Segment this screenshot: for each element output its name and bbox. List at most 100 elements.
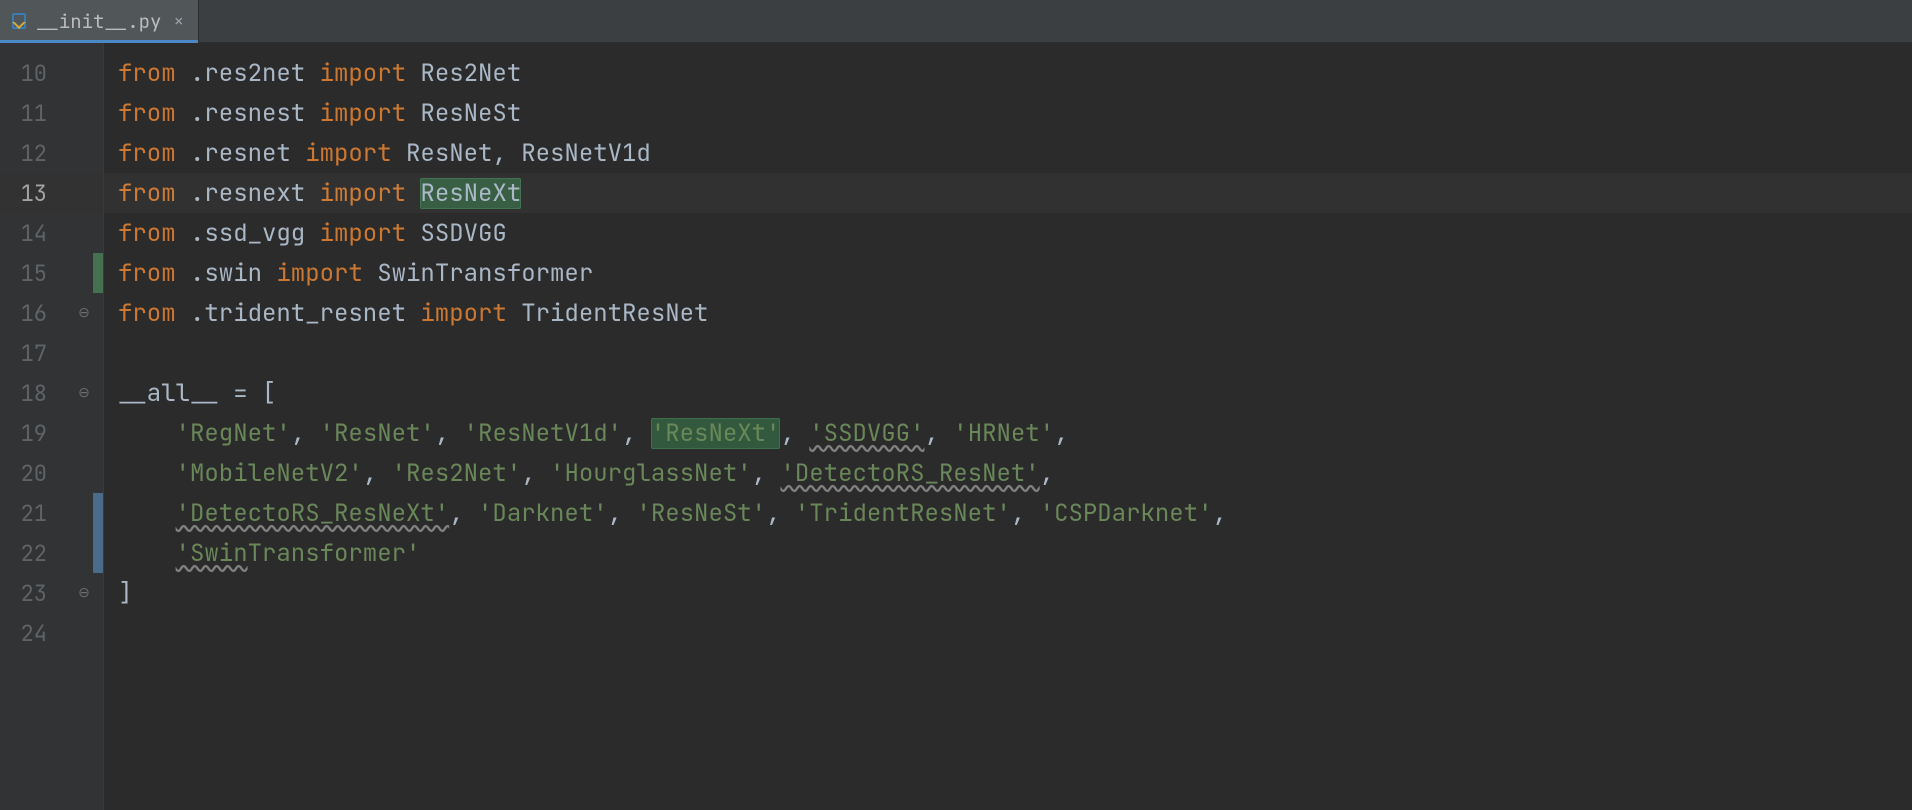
operator: , <box>608 498 637 529</box>
operator: , <box>521 458 550 489</box>
string-literal: 'TridentResNet' <box>795 498 1011 529</box>
operator: , <box>924 418 953 449</box>
code-line[interactable]: from .trident_resnet import TridentResNe… <box>118 293 1912 333</box>
code-line[interactable]: 'DetectoRS_ResNeXt', 'Darknet', 'ResNeSt… <box>118 493 1912 533</box>
tab-filename: __init__.py <box>36 9 161 34</box>
identifier: TridentResNet <box>521 298 708 329</box>
identifier: __all__ <box>118 378 219 409</box>
gutter-line-number[interactable]: 10 <box>0 53 103 93</box>
operator: , <box>766 498 795 529</box>
editor: 10111213141516⊖1718⊖1920212223⊖24 from .… <box>0 43 1912 810</box>
string-literal: 'MobileNetV2' <box>176 458 363 489</box>
keyword: import <box>320 58 421 89</box>
vcs-marker[interactable] <box>93 533 103 573</box>
operator: , <box>780 418 809 449</box>
keyword: from <box>118 298 190 329</box>
code-line[interactable] <box>118 613 1912 653</box>
gutter-line-number[interactable]: 15 <box>0 253 103 293</box>
code-line[interactable]: from .resnet import ResNet, ResNetV1d <box>118 133 1912 173</box>
gutter-line-number[interactable]: 11 <box>0 93 103 133</box>
gutter-line-number[interactable]: 13 <box>0 173 103 213</box>
keyword: import <box>320 178 421 209</box>
keyword: import <box>305 138 406 169</box>
keyword: from <box>118 218 190 249</box>
operator: = <box>219 378 262 409</box>
keyword: import <box>276 258 377 289</box>
python-file-icon <box>10 12 28 30</box>
gutter-line-number[interactable]: 12 <box>0 133 103 173</box>
operator: ] <box>118 578 132 609</box>
code-line[interactable]: from .res2net import Res2Net <box>118 53 1912 93</box>
identifier: .resnet <box>190 138 305 169</box>
gutter-line-number[interactable]: 16⊖ <box>0 293 103 333</box>
operator: , <box>449 498 478 529</box>
gutter-line-number[interactable]: 14 <box>0 213 103 253</box>
string-literal: 'ResNeSt' <box>636 498 766 529</box>
code-line[interactable]: from .resnest import ResNeSt <box>118 93 1912 133</box>
code-line[interactable]: 'SwinTransformer' <box>118 533 1912 573</box>
keyword: from <box>118 258 190 289</box>
identifier <box>118 498 176 529</box>
gutter-line-number[interactable]: 21 <box>0 493 103 533</box>
code-line[interactable]: 'RegNet', 'ResNet', 'ResNetV1d', 'ResNeX… <box>118 413 1912 453</box>
identifier: .res2net <box>190 58 320 89</box>
string-literal: 'DetectoRS_ResNeXt' <box>176 498 450 529</box>
identifier: ResNet, ResNetV1d <box>406 138 651 169</box>
string-literal: 'Res2Net' <box>392 458 522 489</box>
keyword: import <box>320 98 421 129</box>
close-icon[interactable]: × <box>169 10 184 33</box>
fold-icon[interactable]: ⊖ <box>77 306 91 320</box>
operator: , <box>1054 418 1068 449</box>
keyword: from <box>118 178 190 209</box>
identifier: ResNeXt <box>420 178 521 209</box>
gutter-line-number[interactable]: 20 <box>0 453 103 493</box>
string-literal: 'HourglassNet' <box>550 458 752 489</box>
gutter-line-number[interactable]: 18⊖ <box>0 373 103 413</box>
identifier: .trident_resnet <box>190 298 420 329</box>
gutter-line-number[interactable]: 24 <box>0 613 103 653</box>
operator: , <box>291 418 320 449</box>
tab-bar: __init__.py × <box>0 0 1912 43</box>
string-literal: 'DetectoRS_ResNet' <box>780 458 1039 489</box>
identifier <box>118 338 132 369</box>
fold-icon[interactable]: ⊖ <box>77 586 91 600</box>
gutter-line-number[interactable]: 23⊖ <box>0 573 103 613</box>
string-literal: 'SSDVGG' <box>809 418 924 449</box>
identifier: Res2Net <box>420 58 521 89</box>
gutter: 10111213141516⊖1718⊖1920212223⊖24 <box>0 43 104 810</box>
code-line[interactable]: from .resnext import ResNeXt <box>118 173 1912 213</box>
identifier: .ssd_vgg <box>190 218 320 249</box>
code-line[interactable]: from .ssd_vgg import SSDVGG <box>118 213 1912 253</box>
identifier <box>118 618 132 649</box>
identifier: .resnest <box>190 98 320 129</box>
string-literal: Transformer' <box>248 538 421 569</box>
keyword: import <box>320 218 421 249</box>
identifier <box>118 458 176 489</box>
keyword: from <box>118 138 190 169</box>
operator: , <box>1040 458 1054 489</box>
tab-file[interactable]: __init__.py × <box>0 0 199 42</box>
vcs-marker[interactable] <box>93 493 103 533</box>
gutter-line-number[interactable]: 17 <box>0 333 103 373</box>
operator: , <box>435 418 464 449</box>
operator: [ <box>262 378 276 409</box>
string-literal: 'ResNet' <box>320 418 435 449</box>
code-pane[interactable]: from .res2net import Res2Netfrom .resnes… <box>104 43 1912 810</box>
gutter-line-number[interactable]: 19 <box>0 413 103 453</box>
string-literal: 'CSPDarknet' <box>1040 498 1213 529</box>
string-literal: 'Swin <box>176 538 248 569</box>
string-literal: 'RegNet' <box>176 418 291 449</box>
code-line[interactable]: __all__ = [ <box>118 373 1912 413</box>
operator: , <box>1011 498 1040 529</box>
code-line[interactable]: from .swin import SwinTransformer <box>118 253 1912 293</box>
fold-icon[interactable]: ⊖ <box>77 386 91 400</box>
string-literal: 'HRNet' <box>953 418 1054 449</box>
code-line[interactable]: 'MobileNetV2', 'Res2Net', 'HourglassNet'… <box>118 453 1912 493</box>
identifier <box>118 418 176 449</box>
vcs-marker[interactable] <box>93 253 103 293</box>
code-line[interactable]: ] <box>118 573 1912 613</box>
gutter-line-number[interactable]: 22 <box>0 533 103 573</box>
code-line[interactable] <box>118 333 1912 373</box>
keyword: from <box>118 58 190 89</box>
string-literal: 'Darknet' <box>478 498 608 529</box>
